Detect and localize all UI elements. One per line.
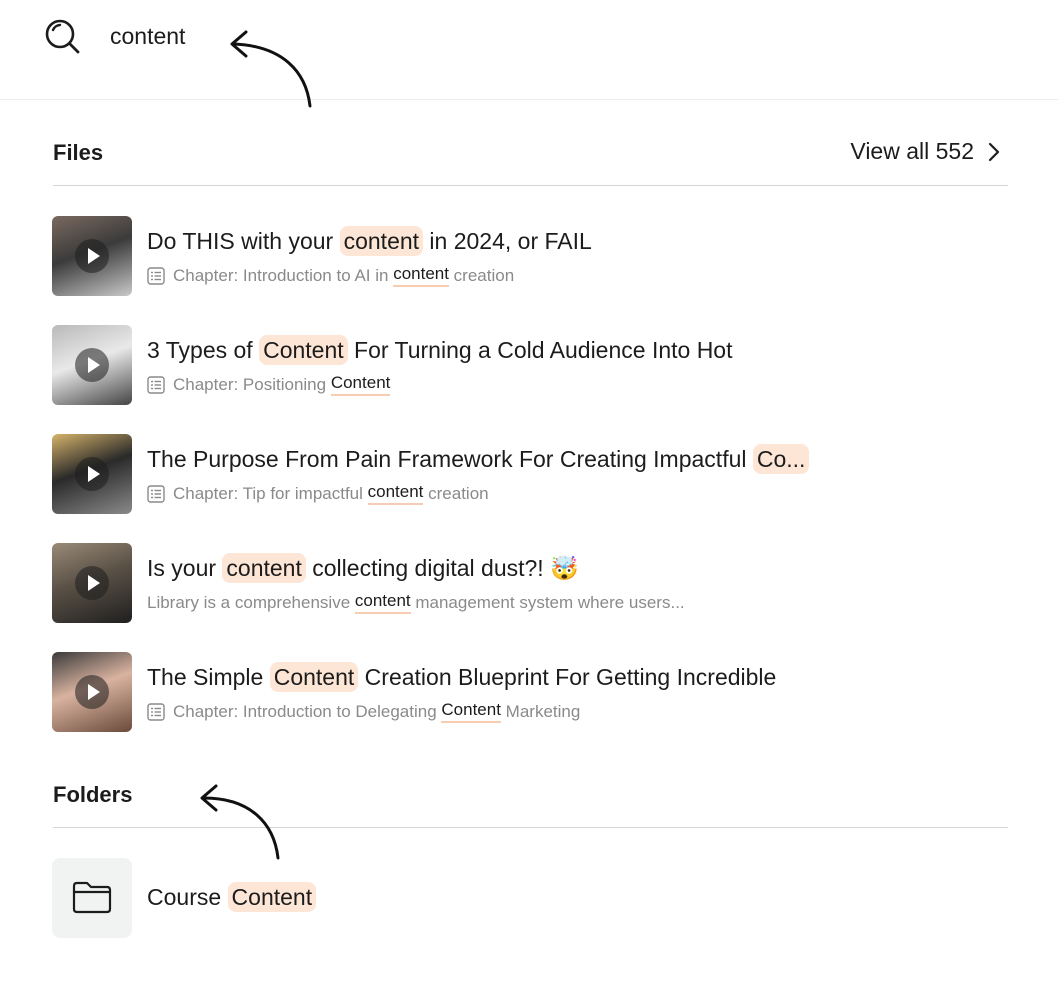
play-icon bbox=[75, 239, 109, 273]
file-subtitle-match: content bbox=[393, 264, 449, 287]
file-subtitle-text: Chapter: Positioning bbox=[173, 374, 331, 394]
file-subtitle-text: Library is a comprehensive bbox=[147, 592, 355, 612]
play-icon bbox=[75, 348, 109, 382]
file-title-highlight: Content bbox=[259, 335, 348, 365]
file-item[interactable]: The Purpose From Pain Framework For Crea… bbox=[52, 434, 1002, 516]
file-subtitle: Chapter: Introduction to Delegating Cont… bbox=[147, 700, 580, 723]
folders-section-title: Folders bbox=[53, 782, 133, 807]
file-item[interactable]: Do THIS with your content in 2024, or FA… bbox=[52, 216, 1002, 298]
play-icon bbox=[75, 457, 109, 491]
file-title-text: Creation Blueprint For Getting Incredibl… bbox=[358, 664, 777, 690]
play-icon bbox=[75, 675, 109, 709]
file-subtitle-text: Chapter: Introduction to Delegating bbox=[173, 701, 442, 721]
video-thumbnail bbox=[52, 652, 132, 732]
file-title-text: The Purpose From Pain Framework For Crea… bbox=[147, 446, 753, 472]
folder-name-highlight: Content bbox=[227, 882, 317, 912]
list-icon bbox=[147, 702, 165, 721]
chevron-right-icon bbox=[988, 142, 1000, 161]
file-subtitle: Chapter: Tip for impactful content creat… bbox=[147, 482, 489, 505]
list-icon bbox=[147, 484, 165, 503]
file-title: The Simple Content Creation Blueprint Fo… bbox=[147, 660, 776, 694]
file-title-text: collecting digital dust?! 🤯 bbox=[305, 555, 579, 581]
file-title-text: The Simple bbox=[147, 664, 270, 690]
list-icon bbox=[147, 375, 165, 394]
video-thumbnail bbox=[52, 216, 132, 296]
file-subtitle-text: Chapter: Introduction to AI in bbox=[173, 265, 394, 285]
video-thumbnail bbox=[52, 543, 132, 623]
list-icon bbox=[147, 266, 165, 285]
file-title-text: For Turning a Cold Audience Into Hot bbox=[347, 337, 733, 363]
file-subtitle: Chapter: Positioning Content bbox=[147, 373, 391, 396]
search-input[interactable] bbox=[110, 18, 810, 54]
file-subtitle-text: Marketing bbox=[500, 701, 581, 721]
file-title-text: in 2024, or FAIL bbox=[423, 228, 592, 254]
file-title-text: Is your bbox=[147, 555, 223, 581]
files-section-title: Files bbox=[53, 140, 104, 165]
file-item[interactable]: 3 Types of Content For Turning a Cold Au… bbox=[52, 325, 1002, 407]
folder-name: Course Content bbox=[147, 880, 317, 914]
folder-icon bbox=[72, 881, 112, 914]
file-subtitle: Chapter: Introduction to AI in content c… bbox=[147, 264, 514, 287]
file-title: Is your content collecting digital dust?… bbox=[147, 551, 579, 585]
file-title: Do THIS with your content in 2024, or FA… bbox=[147, 224, 592, 258]
file-subtitle: Library is a comprehensive content manag… bbox=[147, 591, 685, 614]
file-subtitle-text: creation bbox=[423, 483, 489, 503]
file-subtitle-text: creation bbox=[448, 265, 515, 285]
folder-thumb bbox=[52, 858, 132, 938]
file-item[interactable]: Is your content collecting digital dust?… bbox=[52, 543, 1002, 625]
video-thumbnail bbox=[52, 325, 132, 405]
file-title-text: 3 Types of bbox=[147, 337, 260, 363]
view-all-label: View all 552 bbox=[850, 138, 974, 164]
file-item[interactable]: The Simple Content Creation Blueprint Fo… bbox=[52, 652, 1002, 734]
file-title-highlight: Co... bbox=[752, 444, 810, 474]
file-title-highlight: Content bbox=[269, 662, 359, 692]
files-section-header: Files View all 552 bbox=[53, 126, 1008, 186]
file-subtitle-text: management system where users... bbox=[410, 592, 685, 612]
file-subtitle-match: Content bbox=[441, 700, 501, 723]
file-title: The Purpose From Pain Framework For Crea… bbox=[147, 442, 810, 476]
folder-name-text: Course bbox=[147, 884, 228, 910]
view-all-button[interactable]: View all 552 bbox=[850, 138, 1000, 165]
play-icon bbox=[75, 566, 109, 600]
video-thumbnail bbox=[52, 434, 132, 514]
search-bar bbox=[0, 0, 1058, 100]
folder-item[interactable]: Course Content bbox=[52, 858, 652, 940]
file-subtitle-match: Content bbox=[330, 373, 391, 396]
search-icon[interactable] bbox=[42, 16, 82, 56]
file-title: 3 Types of Content For Turning a Cold Au… bbox=[147, 333, 733, 367]
file-subtitle-match: content bbox=[354, 591, 411, 614]
file-title-highlight: content bbox=[339, 226, 424, 256]
file-subtitle-text: Chapter: Tip for impactful bbox=[173, 483, 368, 503]
file-title-text: Do THIS with your bbox=[147, 228, 340, 254]
file-subtitle-match: content bbox=[367, 482, 424, 505]
annotation-arrow-icon bbox=[230, 30, 312, 108]
file-title-highlight: content bbox=[222, 553, 306, 583]
annotation-arrow-icon bbox=[200, 784, 280, 860]
